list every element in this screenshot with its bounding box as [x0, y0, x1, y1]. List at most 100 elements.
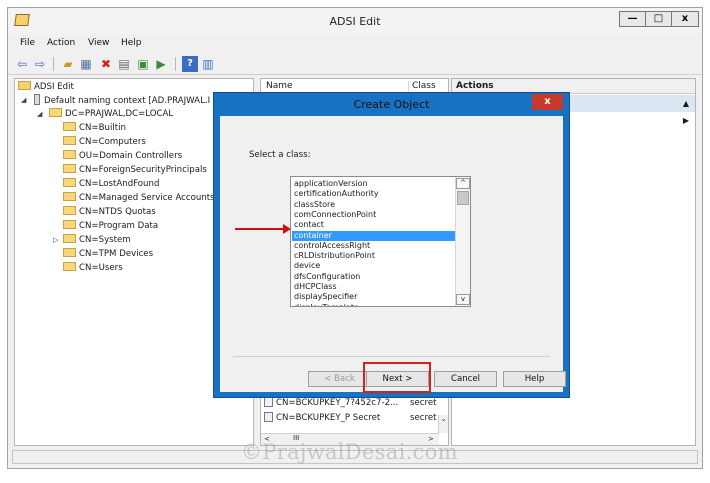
class-option[interactable]: displaySpecifier	[294, 292, 455, 302]
chevron-down-icon[interactable]: v	[456, 294, 470, 305]
close-button[interactable]: x	[671, 11, 699, 27]
tree-item[interactable]: CN=Users	[63, 262, 123, 275]
title-bar[interactable]: ADSI Edit — □ x	[8, 8, 702, 34]
menu-view[interactable]: View	[88, 38, 109, 48]
menu-help[interactable]: Help	[121, 38, 142, 48]
menu-action[interactable]: Action	[47, 38, 75, 48]
folder-icon	[63, 164, 76, 173]
class-option[interactable]: applicationVersion	[294, 179, 455, 189]
watermark: ©PrajwalDesai.com	[241, 440, 458, 464]
collapse-arrow-icon[interactable]: ◢	[21, 96, 26, 104]
properties-icon[interactable]: ▤	[116, 56, 132, 72]
tree-item-label: CN=TPM Devices	[79, 249, 154, 259]
cancel-button[interactable]: Cancel	[434, 371, 497, 387]
tree-item-label: CN=System	[79, 235, 131, 245]
folder-icon	[63, 234, 76, 243]
red-annotation-arrow-icon	[235, 224, 291, 234]
toolbar-separator	[53, 57, 54, 71]
next-button-highlight-box	[363, 362, 431, 393]
object-icon	[264, 412, 273, 422]
class-option[interactable]: contact	[294, 220, 455, 230]
tree-item[interactable]: CN=System	[63, 234, 131, 247]
select-class-label: Select a class:	[249, 150, 311, 160]
help-icon[interactable]: ?	[182, 56, 198, 72]
back-button[interactable]: < Back	[308, 371, 371, 387]
folder-icon	[63, 248, 76, 257]
list-item[interactable]: CN=BCKUPKEY_7?452c7-2... secret	[264, 397, 447, 410]
maximize-button[interactable]: □	[645, 11, 672, 27]
help-button[interactable]: Help	[503, 371, 566, 387]
domain-label: DC=PRAJWAL,DC=LOCAL	[65, 109, 174, 119]
list-item[interactable]: CN=BCKUPKEY_P Secret secret	[264, 412, 447, 425]
class-option-selected[interactable]: container	[292, 230, 455, 241]
scroll-thumb[interactable]	[457, 191, 469, 205]
delete-icon[interactable]: ✖	[98, 56, 114, 72]
list-vertical-scrollbar[interactable]: ⌄	[438, 415, 448, 433]
class-list-scrollbar[interactable]: ^ v	[455, 177, 470, 306]
tree-item-label: CN=ForeignSecurityPrincipals	[79, 165, 207, 175]
class-listbox[interactable]: applicationVersion certificationAuthorit…	[290, 176, 471, 307]
tree-domain[interactable]: DC=PRAJWAL,DC=LOCAL	[49, 108, 173, 121]
dialog-title: Create Object	[353, 98, 430, 111]
back-arrow-icon[interactable]: ⇦	[14, 56, 30, 72]
folder-icon	[63, 150, 76, 159]
menu-file[interactable]: File	[20, 38, 35, 48]
create-object-dialog: Create Object x Select a class: applicat…	[213, 92, 570, 398]
tree-root-label: ADSI Edit	[34, 82, 74, 92]
tree-naming-context[interactable]: Default naming context [AD.PRAJWAL.I	[34, 94, 210, 107]
toolbar: ⇦ ⇨ ▰ ▦ ✖ ▤ ▣ ▶ ? ▥	[8, 53, 702, 75]
tree-item-label: CN=LostAndFound	[79, 179, 160, 189]
export-list-icon[interactable]: ▶	[153, 56, 169, 72]
tree-item[interactable]: CN=LostAndFound	[63, 178, 159, 191]
class-option[interactable]: dfsConfiguration	[294, 272, 455, 282]
folder-icon	[63, 192, 76, 201]
list-item-name: CN=BCKUPKEY_P Secret	[276, 413, 381, 423]
collapse-up-icon[interactable]: ▲	[683, 99, 689, 108]
expand-arrow-icon[interactable]: ▷	[53, 236, 58, 244]
refresh-icon[interactable]: ▣	[135, 56, 151, 72]
folder-icon	[63, 262, 76, 271]
class-option[interactable]: cRLDistributionPoint	[294, 251, 455, 261]
window-title: ADSI Edit	[329, 15, 381, 28]
dialog-body: Select a class: applicationVersion certi…	[220, 116, 566, 393]
chevron-down-icon[interactable]: ⌄	[441, 415, 447, 423]
toolbar-separator	[175, 57, 176, 71]
show-hide-tree-icon[interactable]: ▦	[78, 56, 94, 72]
class-option[interactable]: classStore	[294, 200, 455, 210]
naming-context-label: Default naming context [AD.PRAJWAL.I	[44, 96, 211, 106]
chevron-up-icon[interactable]: ^	[456, 178, 470, 189]
tree-item[interactable]: CN=Managed Service Accounts	[63, 192, 215, 205]
tree-item[interactable]: CN=NTDS Quotas	[63, 206, 156, 219]
tree-item[interactable]: CN=ForeignSecurityPrincipals	[63, 164, 207, 177]
folder-icon	[63, 178, 76, 187]
class-option[interactable]: displayTemplate	[294, 303, 455, 306]
tree-item[interactable]: CN=Computers	[63, 136, 146, 149]
minimize-button[interactable]: —	[619, 11, 646, 27]
up-folder-icon[interactable]: ▰	[60, 56, 76, 72]
tree-item-label: CN=Builtin	[79, 123, 126, 133]
folder-icon	[63, 220, 76, 229]
class-option[interactable]: comConnectionPoint	[294, 210, 455, 220]
dialog-close-button[interactable]: x	[532, 94, 563, 110]
folder-icon	[63, 122, 76, 131]
class-option[interactable]: controlAccessRight	[294, 241, 455, 251]
forward-arrow-icon[interactable]: ⇨	[32, 56, 48, 72]
class-option[interactable]: device	[294, 261, 455, 271]
more-actions-arrow-icon[interactable]: ▶	[683, 116, 689, 125]
folder-icon	[49, 108, 62, 117]
class-option[interactable]: certificationAuthority	[294, 189, 455, 199]
tree-item[interactable]: CN=Builtin	[63, 122, 126, 135]
adsi-edit-icon	[18, 81, 31, 90]
action-pane-icon[interactable]: ▥	[200, 56, 216, 72]
class-option[interactable]: dHCPClass	[294, 282, 455, 292]
column-name[interactable]: Name	[266, 81, 293, 91]
tree-item[interactable]: OU=Domain Controllers	[63, 150, 182, 163]
tree-item-label: OU=Domain Controllers	[79, 151, 183, 161]
collapse-arrow-icon[interactable]: ◢	[37, 110, 42, 118]
tree-item[interactable]: CN=TPM Devices	[63, 248, 153, 261]
dialog-divider	[233, 356, 550, 357]
tree-item[interactable]: CN=Program Data	[63, 220, 158, 233]
tree-root[interactable]: ADSI Edit	[18, 81, 74, 94]
object-icon	[264, 397, 273, 407]
tree-item-label: CN=Computers	[79, 137, 146, 147]
